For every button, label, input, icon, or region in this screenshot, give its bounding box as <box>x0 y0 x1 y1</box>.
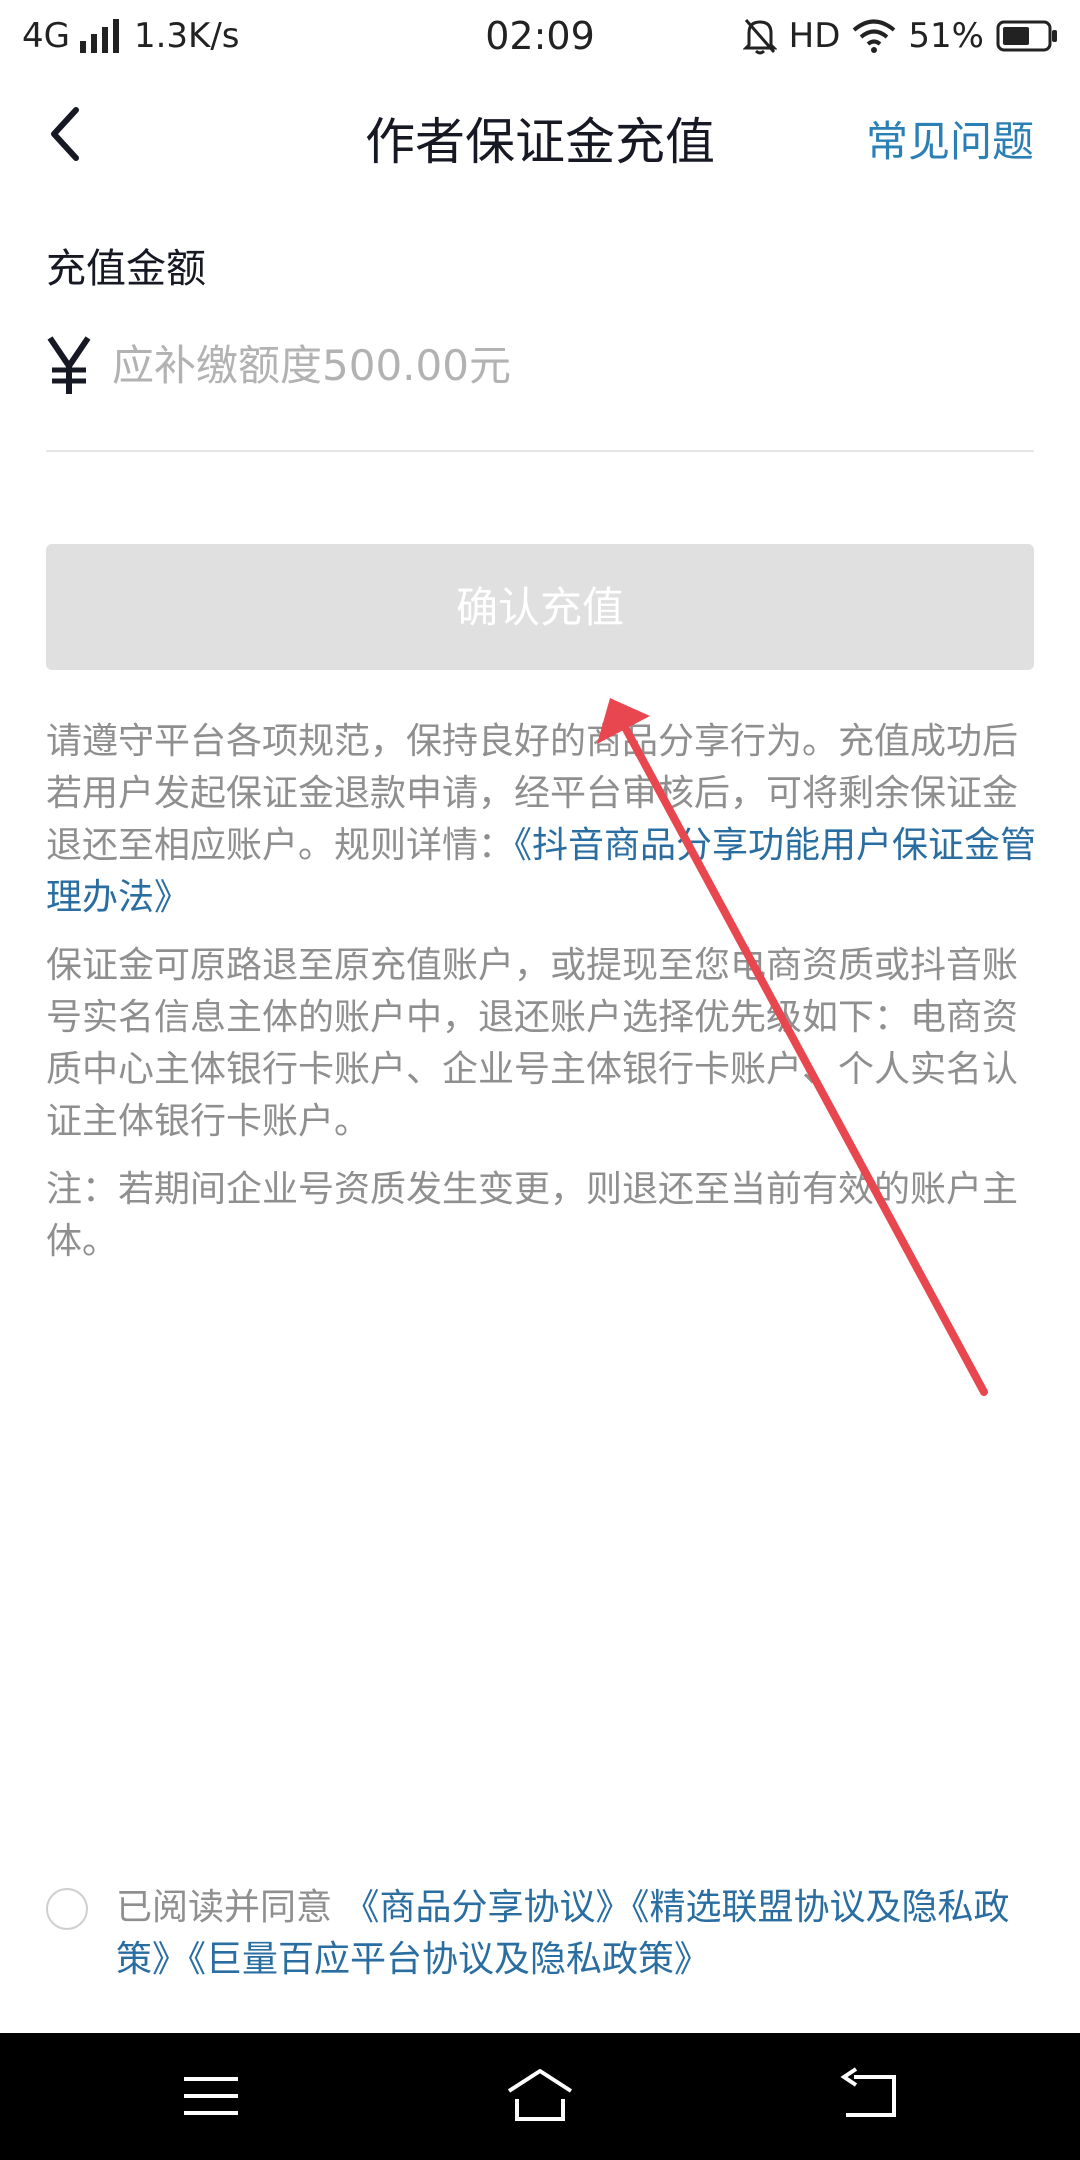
annotation-arrow-icon <box>597 698 988 1396</box>
home-button[interactable] <box>505 2063 575 2129</box>
return-button[interactable] <box>834 2063 904 2129</box>
return-icon <box>840 2067 896 2117</box>
menu-button[interactable] <box>176 2063 246 2129</box>
agreement-link-platform[interactable]: 《巨量百应平台协议及隐私政策》 <box>188 1939 710 1980</box>
home-icon <box>507 2069 573 2121</box>
agreement-radio[interactable] <box>46 1888 88 1930</box>
agreement-link-share[interactable]: 《商品分享协议》 <box>343 1887 631 1928</box>
menu-icon <box>184 2077 238 2115</box>
system-nav-bar <box>0 2033 1080 2160</box>
agreement-text: 已阅读并同意 《商品分享协议》《精选联盟协议及隐私政策》《巨量百应平台协议及隐私… <box>116 1882 1036 1986</box>
agreement-prefix: 已阅读并同意 <box>116 1887 333 1928</box>
